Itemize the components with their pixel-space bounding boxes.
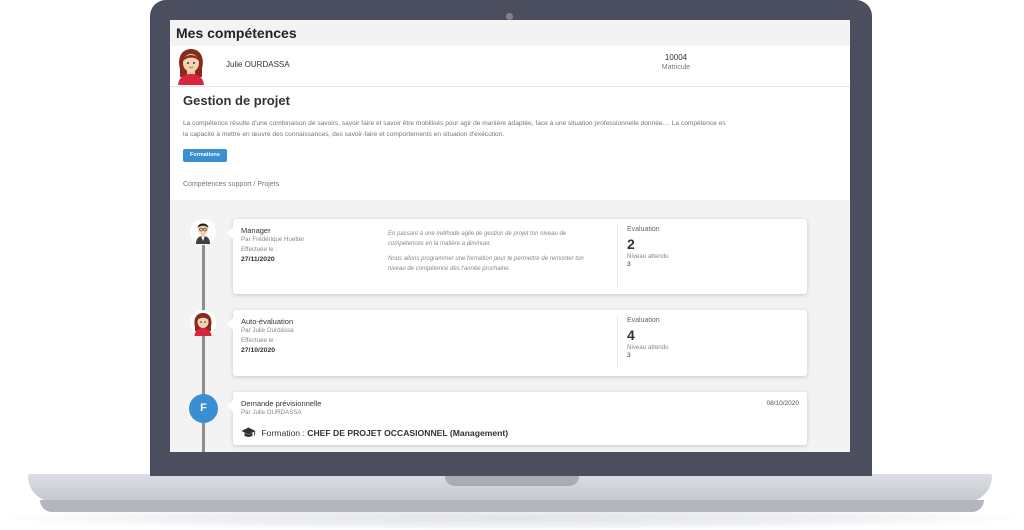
- card-effectue-label: Effectuée le :: [241, 246, 278, 253]
- card-author: Par Julie Ourdassa: [241, 327, 294, 334]
- evaluation-block: Evaluation 2 Niveau attendu 3: [627, 226, 669, 268]
- laptop-base-lip: [40, 500, 984, 512]
- comment-paragraph-1: En passant à une méthode agile de gestio…: [388, 231, 567, 247]
- manager-avatar: [190, 219, 216, 245]
- evaluation-label: Evaluation: [627, 226, 660, 233]
- matricule-value: 10004: [664, 53, 688, 62]
- camera-icon: [506, 13, 513, 20]
- page-title: Mes compétences: [176, 25, 297, 41]
- timeline-card-demande[interactable]: Demande prévisionnelle Par Julie OURDASS…: [227, 392, 807, 445]
- niveau-attendu-label: Niveau attendu: [627, 344, 669, 351]
- formations-button[interactable]: Formations: [183, 149, 227, 162]
- card-author: Par Frédérique Huetter: [241, 236, 305, 243]
- formation-name[interactable]: CHEF DE PROJET OCCASIONNEL (Management): [307, 428, 508, 438]
- card-title: Manager: [241, 226, 271, 235]
- user-bar: Julie OURDASSA 10004 Matricule: [170, 46, 850, 87]
- matricule-label: Matricule: [661, 64, 691, 71]
- formation-label: Formation :: [261, 428, 305, 438]
- user-avatar: [178, 49, 204, 85]
- niveau-attendu-value: 3: [627, 352, 631, 359]
- formation-avatar-circle: F: [189, 394, 218, 423]
- competence-description: La compétence résulte d'une combinaison …: [183, 118, 850, 140]
- card-divider: [617, 225, 618, 287]
- user-name: Julie OURDASSA: [226, 60, 290, 69]
- evaluation-block: Evaluation 4 Niveau attendu 3: [627, 317, 669, 359]
- formation-line: Formation : CHEF DE PROJET OCCASIONNEL (…: [241, 427, 508, 438]
- app-screen: Mes compétences Julie OURDASSA 10004 Mat…: [170, 20, 850, 452]
- card-title: Auto-évaluation: [241, 317, 294, 326]
- evaluation-value: 4: [627, 327, 635, 343]
- card-title: Demande prévisionnelle: [241, 399, 322, 408]
- competence-title: Gestion de projet: [183, 93, 290, 108]
- matricule-block: 10004 Matricule: [640, 53, 712, 71]
- breadcrumb: Compétences support / Projets: [183, 181, 280, 188]
- card-comment: En passant à une méthode agile de gestio…: [388, 229, 603, 279]
- comment-paragraph-2: Nous allons programmer une formation pou…: [388, 256, 584, 272]
- evaluation-value: 2: [627, 236, 635, 252]
- competence-description-line-1: La compétence résulte d'une combinaison …: [183, 120, 726, 127]
- card-author: Par Julie OURDASSA: [241, 409, 302, 416]
- competence-detail: Gestion de projet La compétence résulte …: [170, 87, 850, 200]
- timeline-card-manager[interactable]: Manager Par Frédérique Huetter Effectuée…: [227, 219, 807, 294]
- card-date: 08/10/2020: [766, 400, 799, 407]
- card-date: 27/10/2020: [241, 347, 276, 354]
- card-date: 27/11/2020: [241, 256, 275, 263]
- graduation-cap-icon: [241, 427, 256, 437]
- niveau-attendu-label: Niveau attendu: [627, 253, 669, 260]
- timeline-card-auto-evaluation[interactable]: Auto-évaluation Par Julie Ourdassa Effec…: [227, 310, 807, 376]
- competence-description-line-2: la capacité à mettre en œuvre des connai…: [183, 131, 505, 138]
- card-effectue-label: Effectuée le :: [241, 337, 278, 344]
- evaluation-label: Evaluation: [627, 317, 660, 324]
- user-avatar: [190, 310, 216, 336]
- card-divider: [617, 316, 618, 368]
- niveau-attendu-value: 3: [627, 261, 631, 268]
